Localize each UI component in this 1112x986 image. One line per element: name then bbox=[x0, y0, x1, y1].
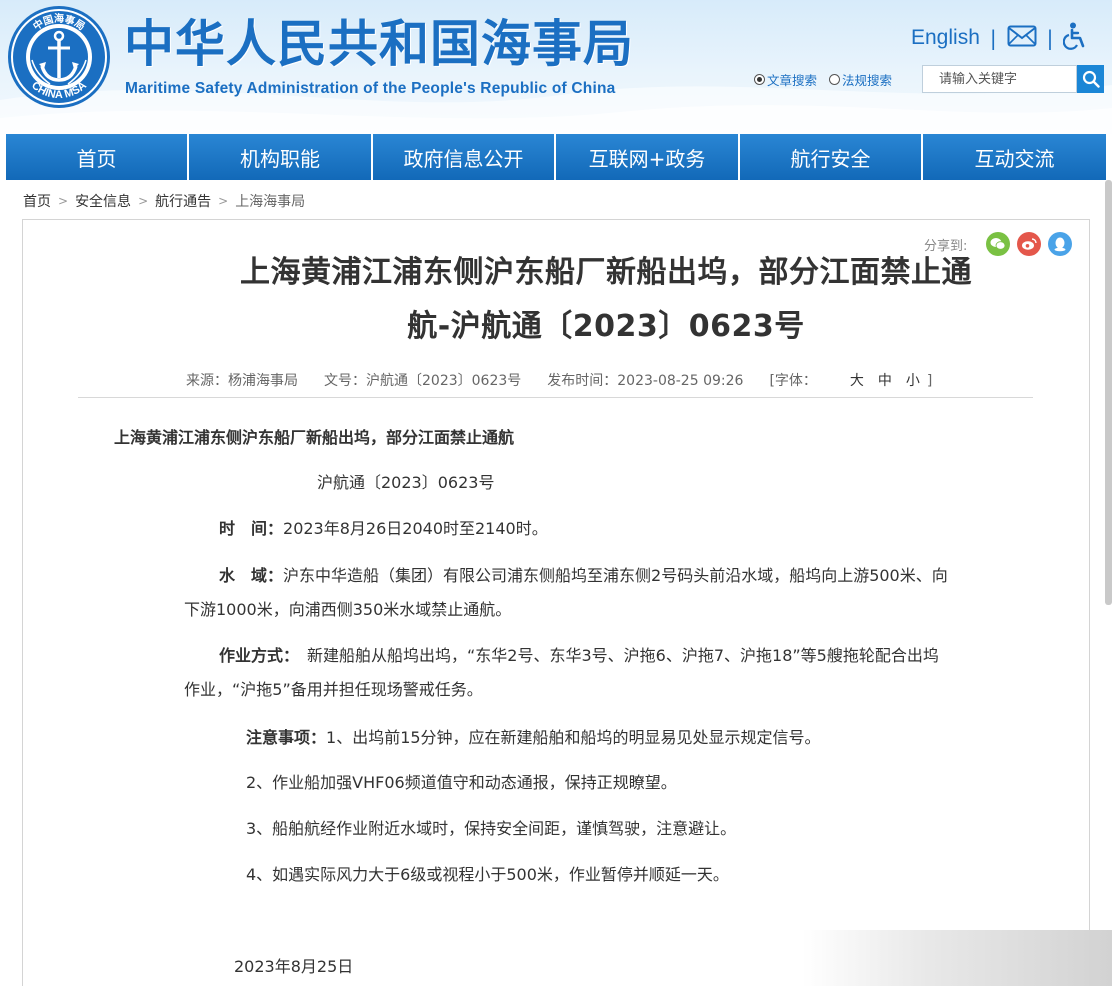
method-label: 作业方式： bbox=[219, 646, 300, 665]
radio-article[interactable] bbox=[754, 74, 765, 85]
nav-item-interaction[interactable]: 互动交流 bbox=[923, 134, 1106, 180]
nav-item-home[interactable]: 首页 bbox=[6, 134, 189, 180]
font-size-control: [字体： 大中小] bbox=[769, 370, 958, 390]
breadcrumb-safety-info[interactable]: 安全信息 bbox=[75, 191, 131, 211]
search-icon bbox=[1082, 70, 1100, 88]
meta-source: 来源：杨浦海事局 bbox=[186, 373, 298, 389]
accessibility-icon[interactable] bbox=[1063, 22, 1087, 54]
site-title-cn: 中华人民共和国海事局 bbox=[124, 15, 634, 73]
time-label: 时 间： bbox=[219, 519, 284, 538]
note-2: 2、作业船加强VHF06频道值守和动态通报，保持正规瞭望。 bbox=[246, 773, 677, 792]
search-button[interactable] bbox=[1077, 65, 1104, 93]
article-notes-line1: 注意事项：1、出坞前15分钟，应在新建船舶和船坞的明显易见处显示规定信号。 bbox=[246, 721, 821, 755]
meta-doc-number: 文号：沪航通〔2023〕0623号 bbox=[324, 373, 522, 389]
search-option-article[interactable]: 文章搜索 bbox=[754, 70, 817, 89]
font-size-small[interactable]: 小 bbox=[906, 373, 920, 389]
bottom-fade-overlay bbox=[802, 930, 1112, 986]
breadcrumb-separator: > bbox=[58, 194, 69, 208]
breadcrumb-current[interactable]: 上海海事局 bbox=[235, 191, 305, 211]
search-option-article-label: 文章搜索 bbox=[767, 73, 818, 88]
nav-item-functions[interactable]: 机构职能 bbox=[189, 134, 373, 180]
site-header: 中国海事局 CHINA MSA 中华人民共和国海事局 Maritime Safe… bbox=[0, 0, 1112, 134]
method-value-line2: 作业，“沪拖5”备用并担任现场警戒任务。 bbox=[184, 680, 483, 699]
note-1: 1、出坞前15分钟，应在新建船舶和船坞的明显易见处显示规定信号。 bbox=[326, 728, 821, 747]
nav-item-navigation-safety[interactable]: 航行安全 bbox=[740, 134, 923, 180]
font-size-label: [字体： bbox=[769, 373, 817, 389]
search-input[interactable] bbox=[922, 65, 1077, 93]
article-area-line1: 水 域：沪东中华造船（集团）有限公司浦东侧船坞至浦东侧2号码头前沿水域，船坞向上… bbox=[219, 559, 948, 593]
time-value: 2023年8月26日2040时至2140时。 bbox=[283, 519, 548, 538]
english-link[interactable]: English bbox=[911, 26, 980, 50]
mail-icon[interactable] bbox=[1007, 25, 1037, 51]
article-time: 时 间：2023年8月26日2040时至2140时。 bbox=[219, 512, 548, 546]
meta-publish-time: 发布时间：2023-08-25 09:26 bbox=[547, 373, 744, 389]
note-3: 3、船舶航经作业附近水域时，保持安全间距，谨慎驾驶，注意避让。 bbox=[246, 819, 737, 838]
font-size-close: ] bbox=[926, 373, 933, 389]
radio-law[interactable] bbox=[829, 74, 841, 85]
article-title: 上海黄浦江浦东侧沪东船厂新船出坞，部分江面禁止通 航-沪航通〔2023〕0623… bbox=[100, 246, 1112, 354]
notes-label: 注意事项： bbox=[246, 728, 327, 747]
article-title-line1: 上海黄浦江浦东侧沪东船厂新船出坞，部分江面禁止通 bbox=[240, 255, 972, 290]
site-title-en: Maritime Safety Administration of the Pe… bbox=[125, 80, 616, 97]
main-nav: 首页 机构职能 政府信息公开 互联网+政务 航行安全 互动交流 bbox=[6, 134, 1106, 180]
area-label: 水 域： bbox=[219, 566, 284, 585]
page-scrollbar[interactable] bbox=[1105, 180, 1112, 605]
link-separator: | bbox=[989, 26, 997, 50]
font-size-medium[interactable]: 中 bbox=[878, 373, 892, 389]
article-method-line1: 作业方式： 新建船舶从船坞出坞，“东华2号、东华3号、沪拖6、沪拖7、沪拖18”等… bbox=[219, 639, 939, 673]
search-options: 文章搜索 法规搜索 bbox=[754, 70, 904, 89]
article-heading: 上海黄浦江浦东侧沪东船厂新船出坞，部分江面禁止通航 bbox=[114, 428, 515, 447]
area-value-line1: 沪东中华造船（集团）有限公司浦东侧船坞至浦东侧2号码头前沿水域，船坞向上游500… bbox=[283, 566, 948, 585]
article-date: 2023年8月25日 bbox=[234, 957, 354, 976]
meta-divider bbox=[78, 397, 1033, 398]
nav-item-internet-gov[interactable]: 互联网+政务 bbox=[556, 134, 740, 180]
search-option-law[interactable]: 法规搜索 bbox=[829, 70, 892, 89]
search-option-law-label: 法规搜索 bbox=[842, 73, 893, 88]
top-links: English | | bbox=[906, 22, 1097, 54]
china-msa-logo[interactable]: 中国海事局 CHINA MSA bbox=[6, 4, 112, 110]
breadcrumb: 首页 > 安全信息 > 航行通告 > 上海海事局 bbox=[23, 191, 305, 211]
article-title-line2: 航-沪航通〔2023〕0623号 bbox=[407, 309, 805, 344]
nav-item-gov-info[interactable]: 政府信息公开 bbox=[373, 134, 556, 180]
breadcrumb-home[interactable]: 首页 bbox=[23, 191, 51, 211]
article-doc-number: 沪航通〔2023〕0623号 bbox=[317, 473, 495, 492]
note-4: 4、如遇实际风力大于6级或视程小于500米，作业暂停并顺延一天。 bbox=[246, 865, 729, 884]
breadcrumb-separator: > bbox=[218, 194, 229, 208]
font-size-large[interactable]: 大 bbox=[850, 373, 864, 389]
method-value-line1: 新建船舶从船坞出坞，“东华2号、东华3号、沪拖6、沪拖7、沪拖18”等5艘拖轮配… bbox=[307, 646, 939, 665]
breadcrumb-notices[interactable]: 航行通告 bbox=[155, 191, 211, 211]
link-separator: | bbox=[1046, 26, 1054, 50]
article-meta: 来源：杨浦海事局 文号：沪航通〔2023〕0623号 发布时间：2023-08-… bbox=[186, 370, 958, 390]
area-value-line2: 下游1000米，向浦西侧350米水域禁止通航。 bbox=[184, 600, 512, 619]
search-box bbox=[922, 65, 1104, 93]
breadcrumb-separator: > bbox=[138, 194, 149, 208]
